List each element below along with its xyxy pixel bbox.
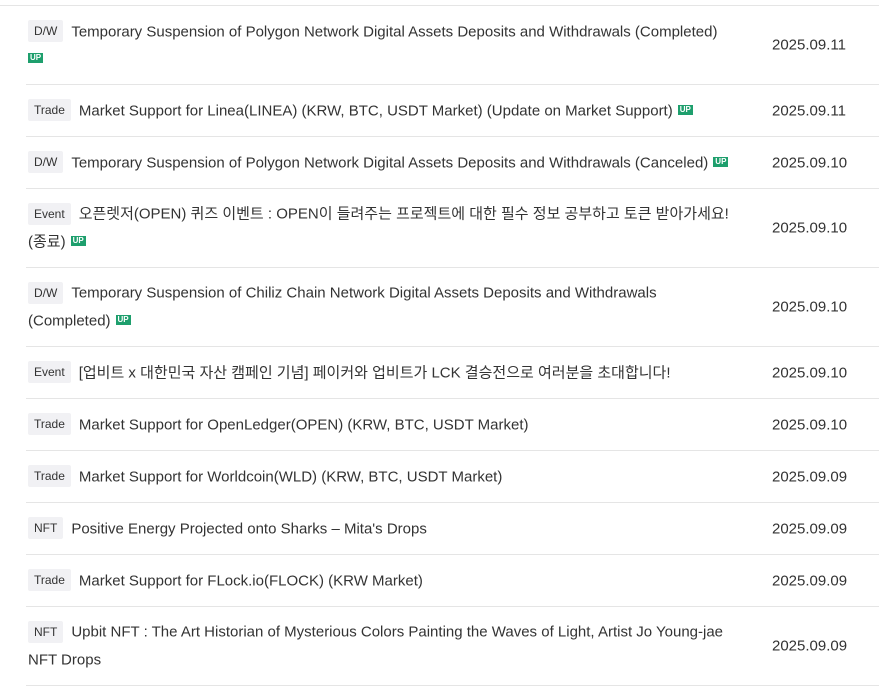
category-badge: Event	[28, 360, 71, 383]
notice-date: 2025.09.10	[772, 364, 848, 381]
up-badge: UP	[115, 315, 131, 326]
notice-date: 2025.09.09	[772, 572, 848, 589]
notice-title-link[interactable]: Event [업비트 x 대한민국 자산 캠페인 기념] 페이커와 업비트가 LC…	[26, 359, 743, 387]
list-item[interactable]: Trade Market Support for Worldcoin(WLD) (…	[26, 451, 879, 503]
notice-title-link[interactable]: NFT Positive Energy Projected onto Sharks…	[26, 515, 743, 543]
notice-date: 2025.09.09	[772, 468, 848, 485]
category-badge: Trade	[28, 412, 71, 435]
notice-date: 2025.09.11	[772, 102, 846, 119]
notice-title[interactable]: Market Support for OpenLedger(OPEN) (KRW…	[79, 416, 529, 433]
notice-title-link[interactable]: Event 오픈렛저(OPEN) 퀴즈 이벤트 : OPEN이 들려주는 프로젝트…	[26, 200, 743, 255]
notice-title[interactable]: 오픈렛저(OPEN) 퀴즈 이벤트 : OPEN이 들려주는 프로젝트에 대한 …	[28, 206, 729, 251]
notice-title[interactable]: Market Support for Worldcoin(WLD) (KRW, …	[79, 468, 502, 485]
notice-date: 2025.09.10	[772, 298, 848, 316]
notice-title-link[interactable]: NFT Upbit NFT : The Art Historian of Myst…	[26, 618, 743, 673]
up-badge: UP	[677, 104, 693, 115]
notice-date: 2025.09.10	[772, 219, 848, 237]
notice-title[interactable]: Market Support for FLock.io(FLOCK) (KRW …	[79, 572, 423, 589]
notice-title-link[interactable]: D/W Temporary Suspension of Polygon Netwo…	[26, 149, 743, 177]
category-badge: Trade	[28, 568, 71, 591]
up-badge: UP	[713, 156, 729, 167]
notice-date: 2025.09.09	[772, 520, 848, 537]
notice-title-link[interactable]: D/W Temporary Suspension of Polygon Netwo…	[26, 18, 743, 73]
list-item[interactable]: Event [업비트 x 대한민국 자산 캠페인 기념] 페이커와 업비트가 LC…	[26, 347, 879, 399]
list-item[interactable]: D/W Temporary Suspension of Polygon Netwo…	[26, 137, 879, 189]
notice-title[interactable]: Temporary Suspension of Polygon Network …	[71, 154, 708, 171]
notice-list: D/W Temporary Suspension of Polygon Netwo…	[0, 5, 879, 686]
notice-title-link[interactable]: Trade Market Support for FLock.io(FLOCK) …	[26, 567, 743, 595]
notice-title-link[interactable]: D/W Temporary Suspension of Chiliz Chain …	[26, 279, 743, 334]
notice-title[interactable]: [업비트 x 대한민국 자산 캠페인 기념] 페이커와 업비트가 LCK 결승전…	[79, 364, 671, 381]
list-item[interactable]: D/W Temporary Suspension of Chiliz Chain …	[26, 268, 879, 347]
notice-date: 2025.09.10	[772, 416, 848, 433]
list-item[interactable]: Trade Market Support for Linea(LINEA) (KR…	[26, 85, 879, 137]
notice-title[interactable]: Market Support for Linea(LINEA) (KRW, BT…	[79, 102, 673, 119]
list-item[interactable]: NFT Positive Energy Projected onto Sharks…	[26, 503, 879, 555]
notice-title-link[interactable]: Trade Market Support for OpenLedger(OPEN)…	[26, 411, 743, 439]
up-badge: UP	[28, 53, 44, 64]
list-item[interactable]: Trade Market Support for FLock.io(FLOCK) …	[26, 555, 879, 607]
notice-title-link[interactable]: Trade Market Support for Linea(LINEA) (KR…	[26, 97, 743, 125]
notice-title-link[interactable]: Trade Market Support for Worldcoin(WLD) (…	[26, 463, 743, 491]
notice-date: 2025.09.11	[772, 36, 846, 54]
list-item[interactable]: Trade Market Support for OpenLedger(OPEN)…	[26, 399, 879, 451]
list-item[interactable]: NFT Upbit NFT : The Art Historian of Myst…	[26, 607, 879, 686]
notice-title[interactable]: Upbit NFT : The Art Historian of Mysteri…	[28, 624, 723, 669]
category-badge: Trade	[28, 98, 71, 121]
category-badge: D/W	[28, 150, 64, 173]
list-item[interactable]: Event 오픈렛저(OPEN) 퀴즈 이벤트 : OPEN이 들려주는 프로젝트…	[26, 189, 879, 268]
notice-title[interactable]: Positive Energy Projected onto Sharks – …	[71, 520, 427, 537]
category-badge: D/W	[28, 281, 64, 304]
notice-title[interactable]: Temporary Suspension of Polygon Network …	[71, 23, 717, 40]
up-badge: UP	[70, 236, 86, 247]
category-badge: Trade	[28, 464, 71, 487]
notice-date: 2025.09.09	[772, 637, 848, 655]
category-badge: NFT	[28, 620, 64, 643]
list-item[interactable]: D/W Temporary Suspension of Polygon Netwo…	[26, 6, 879, 85]
category-badge: NFT	[28, 516, 64, 539]
category-badge: Event	[28, 202, 71, 225]
category-badge: D/W	[28, 19, 64, 42]
notice-date: 2025.09.10	[772, 154, 848, 171]
